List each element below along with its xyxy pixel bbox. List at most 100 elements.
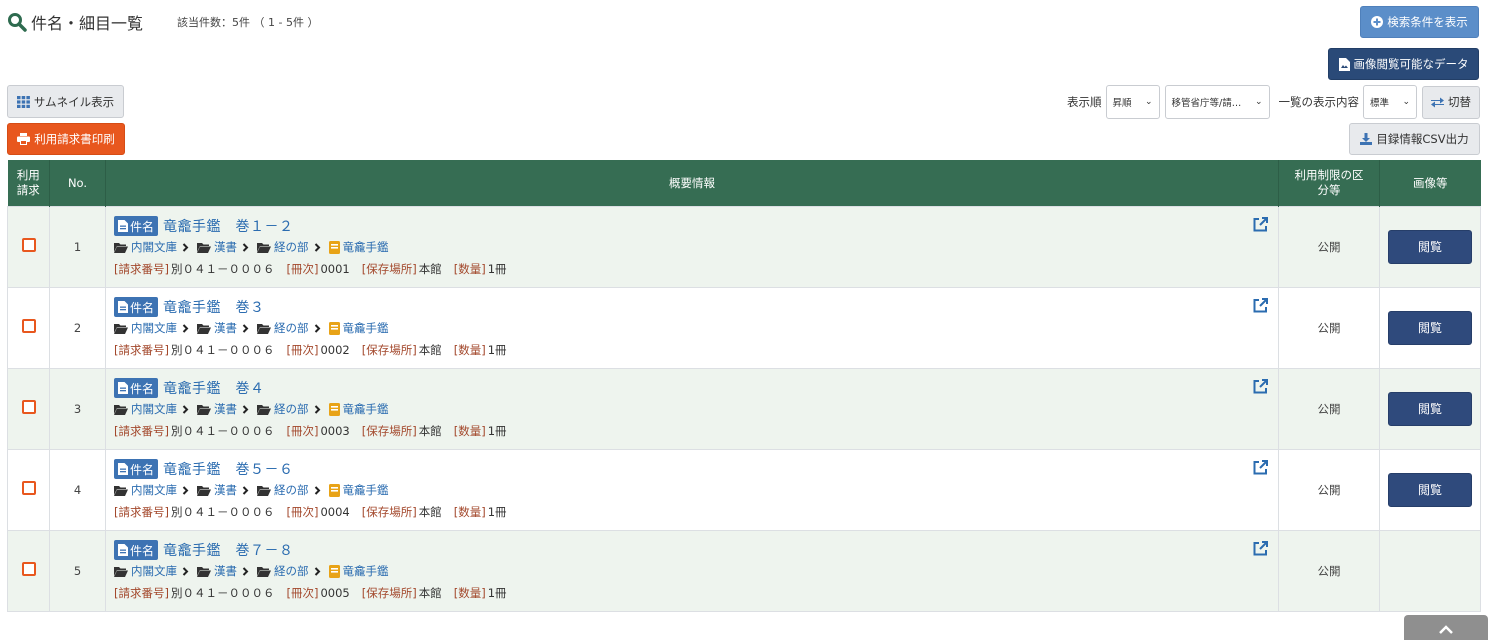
volume-label: [冊次] xyxy=(286,505,319,519)
thumbnail-view-button[interactable]: サムネイル表示 xyxy=(7,85,124,118)
breadcrumb-link[interactable]: 漢書 xyxy=(197,563,237,579)
volume-value: 0002 xyxy=(320,343,350,357)
book-icon xyxy=(328,483,340,497)
breadcrumb-link[interactable]: 経の部 xyxy=(257,320,309,336)
switch-label: 切替 xyxy=(1448,95,1471,109)
switch-button[interactable]: 切替 xyxy=(1422,85,1480,119)
folder-open-icon xyxy=(257,566,271,577)
breadcrumb-link[interactable]: 竜龕手鑑 xyxy=(328,401,389,417)
view-button[interactable]: 閲覧 xyxy=(1388,391,1472,426)
view-button[interactable]: 閲覧 xyxy=(1388,310,1472,345)
breadcrumb: 内閣文庫 漢書 経の部 竜龕手鑑 xyxy=(114,481,1270,499)
summary-cell: 件名 竜龕手鑑 巻７－８ 内閣文庫 漢書 経の部 竜龕手鑑 [請求番号] 別０４１－０００６[… xyxy=(105,529,1279,612)
badge-label: 件名 xyxy=(130,543,155,558)
volume-label: [冊次] xyxy=(286,586,319,600)
grid-icon xyxy=(16,95,30,108)
request-checkbox[interactable] xyxy=(21,481,36,495)
breadcrumb-link[interactable]: 経の部 xyxy=(257,482,309,498)
location-label: [保存場所] xyxy=(361,343,417,357)
external-link-icon[interactable] xyxy=(1253,540,1268,556)
request-checkbox[interactable] xyxy=(21,238,36,252)
print-request-form-button[interactable]: 利用請求書印刷 xyxy=(7,123,125,155)
breadcrumb-link[interactable]: 竜龕手鑑 xyxy=(328,563,389,579)
chevron-down-icon: ⌄ xyxy=(1144,97,1153,107)
item-title-link[interactable]: 竜龕手鑑 巻１－２ xyxy=(163,216,294,236)
breadcrumb-link[interactable]: 内閣文庫 xyxy=(114,563,177,579)
external-link-icon[interactable] xyxy=(1253,297,1268,313)
item-title-link[interactable]: 竜龕手鑑 巻３ xyxy=(163,297,265,317)
table-header-row: 利用請求 No. 概要情報 利用制限の区分等 画像等 xyxy=(7,160,1481,206)
volume-value: 0004 xyxy=(320,505,350,519)
printer-icon xyxy=(17,133,31,145)
book-icon xyxy=(328,564,340,578)
request-no-value: 別０４１－０００６ xyxy=(170,262,275,276)
breadcrumb: 内閣文庫 漢書 経の部 竜龕手鑑 xyxy=(114,400,1270,418)
quantity-value: 1冊 xyxy=(487,586,507,600)
request-no-label: [請求番号] xyxy=(114,505,169,519)
thumbnail-label: サムネイル表示 xyxy=(33,94,115,109)
breadcrumb-link[interactable]: 竜龕手鑑 xyxy=(328,482,389,498)
csv-export-button[interactable]: 目録情報CSV出力 xyxy=(1349,123,1480,155)
image-cell: 閲覧 xyxy=(1379,205,1481,288)
chevron-right-icon xyxy=(182,404,189,414)
request-checkbox[interactable] xyxy=(21,562,36,576)
header-request: 利用請求 xyxy=(7,160,50,206)
view-button[interactable]: 閲覧 xyxy=(1388,472,1472,507)
summary-cell: 件名 竜龕手鑑 巻３ 内閣文庫 漢書 経の部 竜龕手鑑 [請求番号] 別０４１－０００６ [冊次… xyxy=(105,286,1279,369)
item-title-link[interactable]: 竜龕手鑑 巻４ xyxy=(163,378,265,398)
breadcrumb-label: 経の部 xyxy=(274,564,309,578)
show-search-conditions-button[interactable]: 検索条件を表示 xyxy=(1360,6,1479,38)
breadcrumb-label: 漢書 xyxy=(214,564,237,578)
breadcrumb-link[interactable]: 経の部 xyxy=(257,239,309,255)
header-summary: 概要情報 xyxy=(105,160,1279,206)
breadcrumb-link[interactable]: 漢書 xyxy=(197,482,237,498)
chevron-right-icon xyxy=(242,323,249,333)
display-content-select[interactable]: 標準 ⌄ xyxy=(1363,85,1417,119)
breadcrumb-label: 漢書 xyxy=(214,240,237,254)
volume-value: 0005 xyxy=(320,586,350,600)
sort-field-select[interactable]: 移管省庁等/請… ⌄ xyxy=(1164,85,1270,119)
item-details: [請求番号] 別０４１－０００６ [冊次] 0002 [保存場所] 本館 [数量] 1冊 xyxy=(114,341,1270,359)
sort-order-select[interactable]: 昇順 ⌄ xyxy=(1105,85,1160,119)
chevron-right-icon xyxy=(242,485,249,495)
table-row: 2 件名 竜龕手鑑 巻３ 内閣文庫 漢書 経の部 竜龕手鑑 [請求番号] 別０４１－０００６ [冊… xyxy=(7,286,1481,369)
image-viewable-data-button[interactable]: 画像閲覧可能なデータ xyxy=(1328,48,1479,80)
breadcrumb-link[interactable]: 経の部 xyxy=(257,563,309,579)
back-to-top-button[interactable] xyxy=(1404,615,1488,640)
request-checkbox[interactable] xyxy=(21,400,36,414)
display-content-value: 標準 xyxy=(1370,98,1390,109)
breadcrumb-link[interactable]: 竜龕手鑑 xyxy=(328,239,389,255)
header-no: No. xyxy=(49,160,106,206)
external-link-icon[interactable] xyxy=(1253,216,1268,232)
item-title-link[interactable]: 竜龕手鑑 巻５－６ xyxy=(163,459,294,479)
breadcrumb-link[interactable]: 内閣文庫 xyxy=(114,482,177,498)
breadcrumb-link[interactable]: 漢書 xyxy=(197,401,237,417)
item-details: [請求番号] 別０４１－０００６ [冊次] 0004 [保存場所] 本館 [数量] 1冊 xyxy=(114,503,1270,521)
folder-open-icon xyxy=(197,242,211,253)
request-checkbox-cell xyxy=(7,529,50,612)
request-no-value: 別０４１－０００６ xyxy=(170,424,275,438)
restriction-status: 公開 xyxy=(1278,529,1380,612)
location-value: 本館 xyxy=(418,262,442,276)
breadcrumb-link[interactable]: 漢書 xyxy=(197,239,237,255)
quantity-label: [数量] xyxy=(453,505,486,519)
folder-open-icon xyxy=(114,323,128,334)
breadcrumb-link[interactable]: 内閣文庫 xyxy=(114,320,177,336)
row-number: 1 xyxy=(49,205,106,288)
folder-open-icon xyxy=(114,485,128,496)
request-checkbox[interactable] xyxy=(21,319,36,333)
external-link-icon[interactable] xyxy=(1253,378,1268,394)
item-title-link[interactable]: 竜龕手鑑 巻７－８ xyxy=(163,540,294,560)
breadcrumb-link[interactable]: 経の部 xyxy=(257,401,309,417)
breadcrumb-link[interactable]: 内閣文庫 xyxy=(114,401,177,417)
view-button[interactable]: 閲覧 xyxy=(1388,229,1472,264)
folder-open-icon xyxy=(257,485,271,496)
external-link-icon[interactable] xyxy=(1253,459,1268,475)
breadcrumb-link[interactable]: 竜龕手鑑 xyxy=(328,320,389,336)
page-header: 件名・細目一覧 該当件数：5件 （ 1 - 5件 ） xyxy=(7,10,318,34)
breadcrumb-link[interactable]: 内閣文庫 xyxy=(114,239,177,255)
chevron-right-icon xyxy=(314,485,320,495)
location-value: 本館 xyxy=(418,505,442,519)
breadcrumb-link[interactable]: 漢書 xyxy=(197,320,237,336)
breadcrumb-label: 漢書 xyxy=(214,321,237,335)
